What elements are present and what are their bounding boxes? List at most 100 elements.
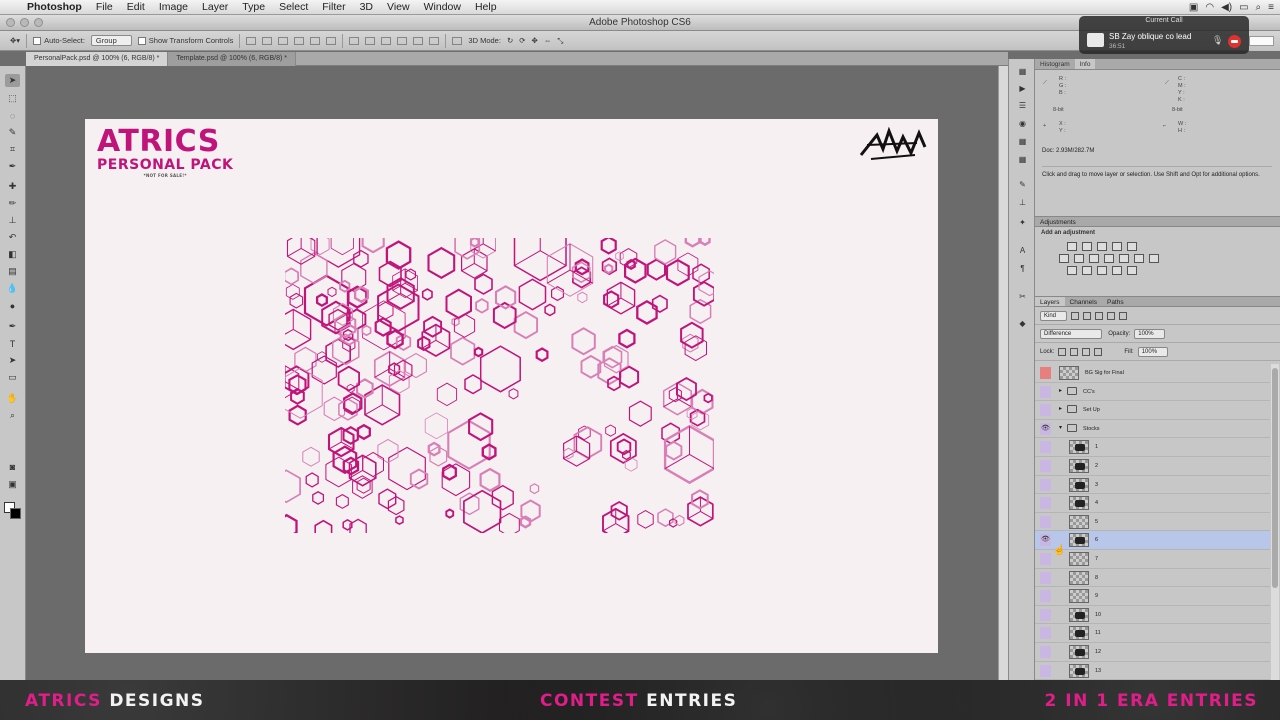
eye-visibility-icon[interactable]: 👁 xyxy=(1040,422,1051,435)
move-tool-icon[interactable]: ✥▾ xyxy=(10,36,20,45)
lock-all-icon[interactable] xyxy=(1094,347,1103,356)
move-tool-icon[interactable]: ➤ xyxy=(5,74,20,87)
background-color[interactable] xyxy=(10,508,21,519)
threshold-icon[interactable] xyxy=(1097,266,1107,275)
twirl-closed-icon[interactable]: ▸ xyxy=(1059,387,1062,394)
auto-align-icon[interactable] xyxy=(452,36,463,45)
curves-icon[interactable] xyxy=(1097,242,1107,251)
layer-row[interactable]: 5 xyxy=(1035,513,1270,532)
tab-info[interactable]: Info xyxy=(1074,59,1096,69)
layer-row[interactable]: 10 xyxy=(1035,606,1270,625)
distribute-top-icon[interactable] xyxy=(349,36,360,45)
tab-paths[interactable]: Paths xyxy=(1102,297,1129,306)
menu-3d[interactable]: 3D xyxy=(353,1,380,13)
menu-file[interactable]: File xyxy=(89,1,120,13)
distribute-center-icon[interactable] xyxy=(413,36,424,45)
kind-filter-dropdown[interactable]: Kind xyxy=(1040,310,1068,321)
layer-row[interactable]: ▸ CC's xyxy=(1035,383,1270,402)
align-bottom-icon[interactable] xyxy=(278,36,289,45)
tool-presets-icon[interactable]: ✦ xyxy=(1017,218,1028,227)
menu-type[interactable]: Type xyxy=(235,1,272,13)
layer-row[interactable]: 👁 ▾ Stocks xyxy=(1035,420,1270,439)
clone-source-icon[interactable]: ⊥ xyxy=(1017,198,1028,207)
type-tool-icon[interactable]: T xyxy=(5,337,20,350)
menu-window[interactable]: Window xyxy=(417,1,468,13)
paragraph-icon[interactable]: ¶ xyxy=(1017,264,1028,273)
eye-visibility-icon[interactable] xyxy=(1040,608,1051,621)
history-brush-tool-icon[interactable]: ↶ xyxy=(5,231,20,244)
eye-visibility-icon[interactable] xyxy=(1040,385,1051,398)
layer-row[interactable]: 1 xyxy=(1035,438,1270,457)
marquee-tool-icon[interactable]: ⬚ xyxy=(5,92,20,105)
actions-play-icon[interactable]: ▶ xyxy=(1017,84,1028,93)
posterize-icon[interactable] xyxy=(1082,266,1092,275)
tab-histogram[interactable]: Histogram xyxy=(1035,59,1075,69)
eye-visibility-icon[interactable] xyxy=(1040,664,1051,677)
color-balance-icon[interactable] xyxy=(1074,254,1084,263)
dodge-tool-icon[interactable]: ● xyxy=(5,299,20,312)
shape-tool-icon[interactable]: ▭ xyxy=(5,371,20,384)
align-middle-icon[interactable] xyxy=(262,36,273,45)
layer-row[interactable]: 12 xyxy=(1035,643,1270,662)
mini-bridge-icon[interactable]: ▦ xyxy=(1017,67,1028,76)
hue-sat-icon[interactable] xyxy=(1059,254,1069,263)
eye-visibility-icon[interactable] xyxy=(1040,459,1051,472)
healing-tool-icon[interactable]: ✚ xyxy=(5,180,20,193)
filter-adjust-icon[interactable] xyxy=(1083,311,1092,320)
path-select-tool-icon[interactable]: ➤ xyxy=(5,354,20,367)
lock-transparent-icon[interactable] xyxy=(1058,347,1067,356)
distribute-bottom-icon[interactable] xyxy=(381,36,392,45)
layer-row[interactable]: 2 xyxy=(1035,457,1270,476)
3d-rotate-icon[interactable]: ↻ xyxy=(507,36,513,45)
twirl-closed-icon[interactable]: ▸ xyxy=(1059,405,1062,412)
screen-mode-icon[interactable]: ▣ xyxy=(5,478,20,491)
tab-channels[interactable]: Channels xyxy=(1065,297,1102,306)
eyedropper-tool-icon[interactable]: ✒ xyxy=(5,160,20,173)
exposure-icon[interactable] xyxy=(1112,242,1122,251)
filter-pixel-icon[interactable] xyxy=(1071,311,1080,320)
menu-view[interactable]: View xyxy=(380,1,417,13)
camera-icon[interactable]: ▣ xyxy=(1189,2,1198,13)
stamp-tool-icon[interactable]: ⊥ xyxy=(5,214,20,227)
layer-row[interactable]: 7 xyxy=(1035,550,1270,569)
fill-field[interactable]: 100% xyxy=(1137,346,1169,357)
microphone-icon[interactable]: 🎙 xyxy=(1212,35,1223,46)
workspace-field[interactable] xyxy=(1249,36,1274,46)
layer-row[interactable]: 4 xyxy=(1035,494,1270,513)
eye-visibility-icon[interactable] xyxy=(1040,590,1051,603)
menu-layer[interactable]: Layer xyxy=(195,1,235,13)
pen-tool-icon[interactable]: ✒ xyxy=(5,320,20,333)
tools-icon[interactable]: ✂ xyxy=(1017,292,1028,301)
eye-visibility-icon[interactable] xyxy=(1040,515,1051,528)
layer-row[interactable]: 👁 6 xyxy=(1035,531,1270,550)
eye-visibility-icon[interactable]: 👁 xyxy=(1040,534,1051,547)
layer-row[interactable]: 13 xyxy=(1035,662,1270,680)
menu-filter[interactable]: Filter xyxy=(315,1,352,13)
layer-row[interactable]: ▸ Set Up xyxy=(1035,401,1270,420)
distribute-left-icon[interactable] xyxy=(397,36,408,45)
tab-adjustments[interactable]: Adjustments xyxy=(1035,216,1280,227)
align-left-icon[interactable] xyxy=(294,36,305,45)
layer-row[interactable]: 8 xyxy=(1035,569,1270,588)
eye-visibility-icon[interactable] xyxy=(1040,404,1051,417)
zoom-tool-icon[interactable]: ⌕ xyxy=(5,409,20,422)
filter-shape-icon[interactable] xyxy=(1107,311,1116,320)
blend-mode-dropdown[interactable]: Difference xyxy=(1040,328,1103,339)
layer-row[interactable]: 11 xyxy=(1035,624,1270,643)
eye-visibility-icon[interactable] xyxy=(1040,478,1051,491)
photo-filter-icon[interactable] xyxy=(1104,254,1114,263)
tab-personalpack[interactable]: PersonalPack.psd @ 100% (6, RGB/8) * xyxy=(26,52,169,66)
wifi-icon[interactable]: ◠ xyxy=(1205,2,1214,13)
3d-scale-icon[interactable]: ⤡ xyxy=(557,36,563,46)
brightness-icon[interactable] xyxy=(1067,242,1077,251)
3d-roll-icon[interactable]: ⟳ xyxy=(519,36,525,45)
menu-edit[interactable]: Edit xyxy=(120,1,152,13)
quick-select-tool-icon[interactable]: ✎ xyxy=(5,126,20,139)
eye-visibility-icon[interactable] xyxy=(1040,367,1051,379)
vibrance-icon[interactable] xyxy=(1127,242,1137,251)
eye-visibility-icon[interactable] xyxy=(1040,497,1051,510)
align-top-icon[interactable] xyxy=(246,36,257,45)
bw-icon[interactable] xyxy=(1089,254,1099,263)
hand-tool-icon[interactable]: ✋ xyxy=(5,392,20,405)
gradient-map-icon[interactable] xyxy=(1112,266,1122,275)
